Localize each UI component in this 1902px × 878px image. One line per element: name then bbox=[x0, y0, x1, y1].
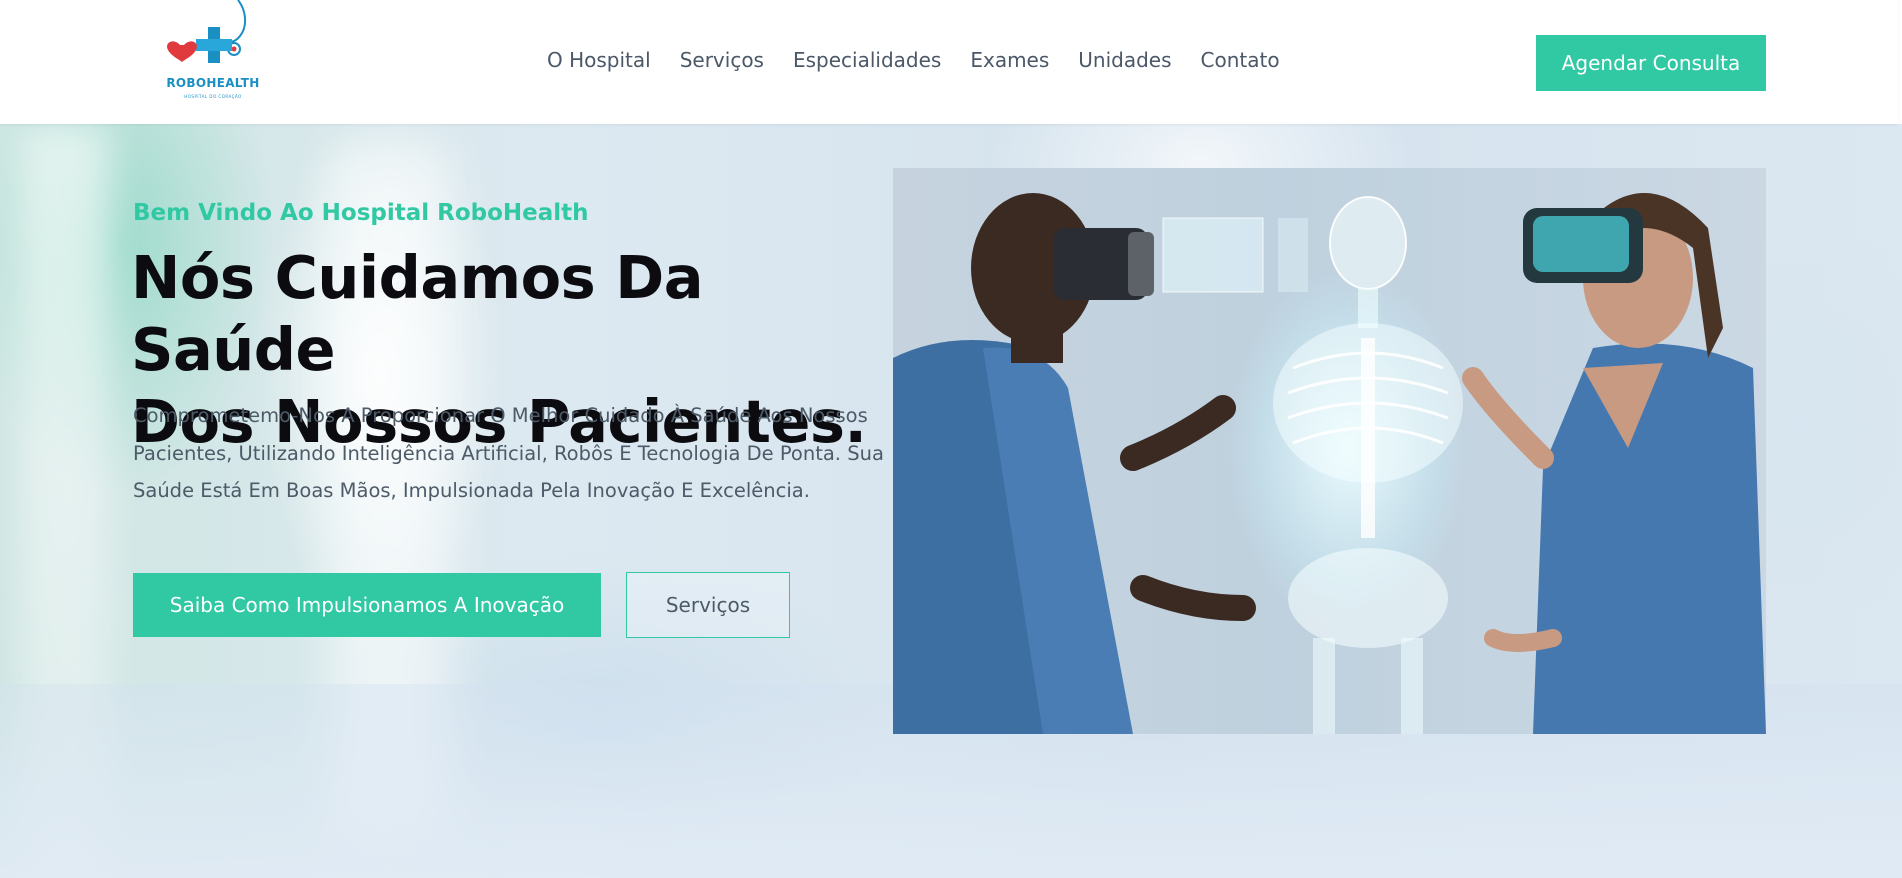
heart-cross-logo-icon bbox=[167, 0, 246, 63]
nav-item-unidades[interactable]: Unidades bbox=[1078, 48, 1171, 72]
vr-doctors-hologram-image bbox=[893, 168, 1766, 734]
logo-tagline: HOSPITAL DO CORAÇÃO bbox=[184, 94, 242, 99]
robohealth-logo[interactable]: ROBOHEALTH HOSPITAL DO CORAÇÃO bbox=[160, 0, 270, 104]
nav-item-contato[interactable]: Contato bbox=[1201, 48, 1280, 72]
hero-headline-line-1: Nós Cuidamos Da Saúde bbox=[131, 243, 704, 384]
nav-item-especialidades[interactable]: Especialidades bbox=[793, 48, 941, 72]
hero-section: Bem Vindo Ao Hospital RoboHealth Nós Cui… bbox=[0, 124, 1902, 878]
services-button[interactable]: Serviços bbox=[626, 572, 790, 638]
nav-item-exames[interactable]: Exames bbox=[970, 48, 1049, 72]
learn-innovation-button[interactable]: Saiba Como Impulsionamos A Inovação bbox=[133, 573, 601, 637]
nav-item-servicos[interactable]: Serviços bbox=[680, 48, 764, 72]
hero-description: Comprometemo-Nos A Proporcionar O Melhor… bbox=[133, 404, 884, 502]
vr-doctors-illustration-icon bbox=[893, 193, 1766, 734]
main-navigation: O Hospital Serviços Especialidades Exame… bbox=[547, 48, 1309, 72]
hero-eyebrow: Bem Vindo Ao Hospital RoboHealth bbox=[133, 200, 589, 226]
nav-item-o-hospital[interactable]: O Hospital bbox=[547, 48, 651, 72]
site-header: ROBOHEALTH HOSPITAL DO CORAÇÃO O Hospita… bbox=[0, 0, 1898, 124]
logo-wordmark: ROBOHEALTH bbox=[166, 76, 260, 90]
schedule-appointment-button[interactable]: Agendar Consulta bbox=[1536, 35, 1766, 91]
